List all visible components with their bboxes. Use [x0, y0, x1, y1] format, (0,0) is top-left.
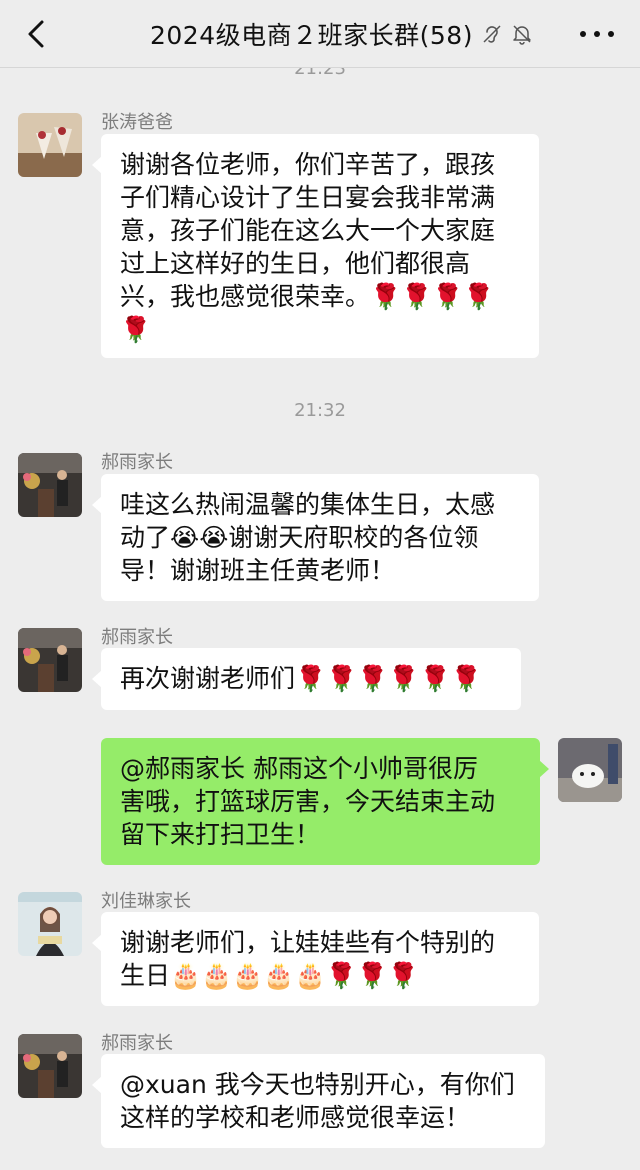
sender-name: 郝雨家长: [101, 627, 173, 648]
message-line: 害哦，打篮球厉害，今天结束主动: [120, 787, 496, 816]
message-line: 过上这样好的生日，他们都很高: [120, 249, 471, 278]
message-line: 导！谢谢班主任黄老师！: [120, 556, 396, 585]
message-line: @xuan 我今天也特别开心，有你们: [120, 1070, 515, 1099]
avatar[interactable]: [18, 628, 82, 692]
message-line: 动了😭😭谢谢天府职校的各位领: [120, 523, 479, 552]
sender-name: 刘佳琳家长: [101, 891, 191, 912]
timestamp: 21:32: [294, 400, 346, 421]
chat-title: 2024级电商２班家长群(58): [150, 21, 473, 50]
message-line: 谢谢老师们，让娃娃些有个特别的: [120, 928, 496, 957]
message-line: 意，孩子们能在这么大一个大家庭: [120, 216, 496, 245]
message-bubble[interactable]: 哇这么热闹温馨的集体生日，太感 动了😭😭谢谢天府职校的各位领 导！谢谢班主任黄老…: [92, 474, 539, 601]
message-line: 兴，我也感觉很荣幸。🌹🌹🌹🌹: [120, 282, 495, 311]
message-bubble[interactable]: @xuan 我今天也特别开心，有你们 这样的学校和老师感觉很幸运！: [92, 1054, 545, 1148]
avatar[interactable]: [18, 892, 82, 956]
message-line: 留下来打扫卫生！: [120, 820, 321, 849]
sender-name: 郝雨家长: [101, 452, 173, 473]
message-line: @郝雨家长 郝雨这个小帅哥很厉: [120, 754, 478, 783]
my-avatar[interactable]: [558, 738, 622, 802]
sender-name: 张涛爸爸: [101, 112, 173, 133]
ear-icon: [483, 25, 501, 43]
mute-bell-icon: [513, 25, 531, 45]
chat-title-group: 2024级电商２班家长群(58): [150, 16, 533, 52]
sender-name: 郝雨家长: [101, 1033, 173, 1054]
avatar[interactable]: [18, 113, 82, 177]
message-bubble[interactable]: 谢谢老师们，让娃娃些有个特别的 生日🎂🎂🎂🎂🎂🌹🌹🌹: [92, 912, 539, 1006]
message-line: 🌹: [120, 315, 152, 344]
avatar[interactable]: [18, 1034, 82, 1098]
message-line: 谢谢各位老师，你们辛苦了，跟孩: [120, 150, 496, 179]
message-bubble[interactable]: 谢谢各位老师，你们辛苦了，跟孩 子们精心设计了生日宴会我非常满 意，孩子们能在这…: [92, 134, 539, 358]
more-dots-icon[interactable]: [580, 22, 614, 46]
message-line: 这样的学校和老师感觉很幸运！: [120, 1103, 471, 1132]
message-bubble[interactable]: 再次谢谢老师们🌹🌹🌹🌹🌹🌹: [92, 648, 521, 710]
message-line: 子们精心设计了生日宴会我非常满: [120, 183, 496, 212]
my-message-bubble[interactable]: @郝雨家长 郝雨这个小帅哥很厉 害哦，打篮球厉害，今天结束主动 留下来打扫卫生！: [101, 738, 549, 865]
back-chevron-icon[interactable]: [18, 14, 58, 54]
message-line: 哇这么热闹温馨的集体生日，太感: [120, 490, 496, 519]
message-line: 再次谢谢老师们🌹🌹🌹🌹🌹🌹: [120, 664, 482, 693]
chat-header: 2024级电商２班家长群(58): [0, 0, 640, 68]
avatar[interactable]: [18, 453, 82, 517]
message-line: 生日🎂🎂🎂🎂🎂🌹🌹🌹: [120, 961, 420, 990]
